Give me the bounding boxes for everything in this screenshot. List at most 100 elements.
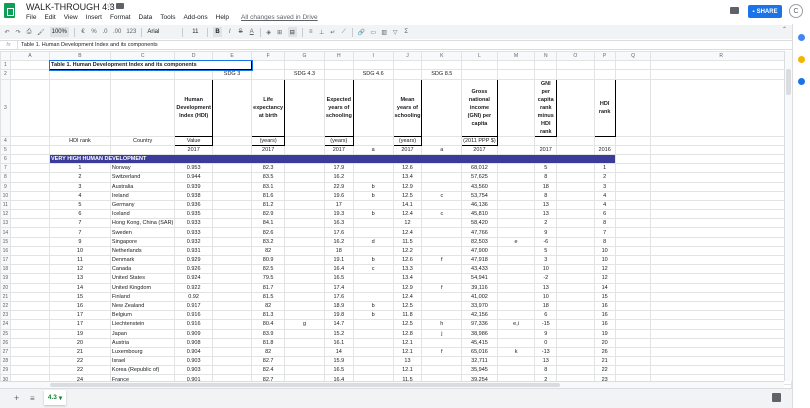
footnote-cell[interactable]: [421, 264, 463, 275]
country-cell[interactable]: Canada: [109, 264, 176, 275]
cell[interactable]: [9, 273, 51, 284]
undo-icon[interactable]: ↶: [4, 27, 10, 37]
gni-rank-diff-cell[interactable]: 6: [534, 310, 558, 321]
mean-schooling-cell[interactable]: 11.8: [392, 310, 423, 321]
life-expectancy-cell[interactable]: 82.4: [251, 365, 286, 376]
country-cell[interactable]: Singapore: [109, 236, 176, 247]
row-header[interactable]: 23: [0, 310, 11, 321]
row-header[interactable]: 17: [0, 254, 11, 266]
cell[interactable]: [650, 337, 792, 348]
hdi-value-cell[interactable]: 0.916: [174, 310, 213, 321]
footnote-cell[interactable]: [352, 346, 394, 358]
column-title[interactable]: Mean years of schooling: [392, 78, 423, 137]
cell[interactable]: [556, 209, 595, 220]
fill-color-icon[interactable]: ◈: [266, 27, 272, 37]
hdi-rank-cell[interactable]: 7: [49, 227, 111, 238]
sheet-tab[interactable]: 4.3 ▾: [44, 390, 66, 405]
column-header[interactable]: M: [496, 51, 536, 62]
footnote-cell[interactable]: h: [421, 319, 463, 330]
prev-hdi-rank-cell[interactable]: 4: [593, 199, 616, 211]
add-sheet-icon[interactable]: +: [14, 393, 19, 403]
hdi-rank-cell[interactable]: 19: [49, 328, 111, 339]
gni-rank-diff-cell[interactable]: 5: [534, 163, 558, 174]
cell[interactable]: [614, 199, 652, 211]
star-icon[interactable]: ☆: [106, 1, 113, 10]
life-expectancy-cell[interactable]: 83.2: [251, 236, 286, 247]
life-expectancy-cell[interactable]: 83.9: [251, 328, 286, 339]
life-expectancy-cell[interactable]: 82.5: [251, 264, 286, 275]
cell[interactable]: [9, 291, 51, 302]
hdi-rank-cell[interactable]: 14: [49, 282, 111, 293]
hdi-rank-cell[interactable]: 4: [49, 190, 111, 201]
cell[interactable]: [556, 346, 595, 358]
country-cell[interactable]: Austria: [109, 337, 176, 348]
cell[interactable]: [556, 356, 595, 367]
prev-hdi-rank-cell[interactable]: 8: [593, 236, 616, 247]
sdg-label[interactable]: SDG 4.3: [284, 69, 325, 80]
hdi-value-cell[interactable]: 0.939: [174, 181, 213, 192]
cell[interactable]: [9, 264, 51, 275]
hdi-value-cell[interactable]: 0.922: [174, 282, 213, 293]
country-cell[interactable]: Hong Kong, China (SAR): [109, 218, 176, 229]
gni-cell[interactable]: 33,970: [461, 300, 498, 312]
gni-rank-diff-cell[interactable]: 18: [534, 181, 558, 192]
prev-hdi-rank-cell[interactable]: 10: [593, 245, 616, 257]
footnote-cell[interactable]: [352, 365, 394, 376]
cell[interactable]: [650, 199, 792, 211]
row-header[interactable]: 12: [0, 209, 11, 220]
prev-hdi-rank-cell[interactable]: 2: [593, 172, 616, 183]
footnote-cell[interactable]: [352, 227, 394, 238]
cell[interactable]: [650, 291, 792, 302]
hdi-rank-cell[interactable]: 6: [49, 209, 111, 220]
country-cell[interactable]: Australia: [109, 181, 176, 192]
cell[interactable]: [650, 310, 792, 321]
life-expectancy-cell[interactable]: 82.6: [251, 227, 286, 238]
cell[interactable]: [556, 291, 595, 302]
mean-schooling-cell[interactable]: 12.1: [392, 365, 423, 376]
footnote-cell[interactable]: [496, 163, 536, 174]
footnote-cell[interactable]: [211, 245, 253, 257]
all-sheets-icon[interactable]: ≡: [30, 394, 35, 403]
cell[interactable]: [614, 328, 652, 339]
row-header[interactable]: 10: [0, 190, 11, 201]
prev-hdi-rank-cell[interactable]: 16: [593, 300, 616, 312]
expected-schooling-cell[interactable]: 16.2: [323, 236, 354, 247]
row-header[interactable]: 25: [0, 328, 11, 339]
font-size-select[interactable]: 11: [188, 27, 202, 37]
share-button[interactable]: ▪ SHARE: [748, 5, 782, 18]
gni-cell[interactable]: 38,986: [461, 328, 498, 339]
footnote-cell[interactable]: [284, 199, 325, 211]
footnote-cell[interactable]: [284, 328, 325, 339]
footnote-cell[interactable]: [211, 319, 253, 330]
hdi-value-cell[interactable]: 0.92: [174, 291, 213, 302]
chevron-down-icon[interactable]: ▾: [59, 394, 62, 402]
footnote-cell[interactable]: [421, 245, 463, 257]
row-header[interactable]: 21: [0, 291, 11, 302]
column-header[interactable]: N: [534, 51, 558, 62]
gni-rank-diff-cell[interactable]: 13: [534, 199, 558, 211]
footnote-cell[interactable]: [211, 337, 253, 348]
life-expectancy-cell[interactable]: 83.1: [251, 181, 286, 192]
insert-comment-icon[interactable]: ▭: [370, 27, 376, 37]
unit-label[interactable]: (years): [323, 135, 354, 146]
footnote-cell[interactable]: [421, 172, 463, 183]
gni-cell[interactable]: 53,754: [461, 190, 498, 201]
footnote-cell[interactable]: [496, 199, 536, 211]
footnote-cell[interactable]: [496, 172, 536, 183]
mean-schooling-cell[interactable]: 11.5: [392, 236, 423, 247]
footnote-cell[interactable]: [352, 199, 394, 211]
hdi-value-cell[interactable]: 0.908: [174, 337, 213, 348]
footnote-cell[interactable]: [211, 264, 253, 275]
currency-button[interactable]: €: [80, 27, 86, 37]
hdi-value-cell[interactable]: 0.909: [174, 328, 213, 339]
column-header[interactable]: C: [109, 51, 176, 62]
hdi-rank-cell[interactable]: 17: [49, 310, 111, 321]
column-header[interactable]: H: [323, 51, 354, 62]
cell[interactable]: [556, 218, 595, 229]
hdi-rank-cell[interactable]: 15: [49, 291, 111, 302]
explore-icon[interactable]: [772, 393, 781, 402]
country-cell[interactable]: Finland: [109, 291, 176, 302]
prev-hdi-rank-cell[interactable]: 19: [593, 328, 616, 339]
footnote-cell[interactable]: [421, 218, 463, 229]
gni-rank-diff-cell[interactable]: 8: [534, 172, 558, 183]
